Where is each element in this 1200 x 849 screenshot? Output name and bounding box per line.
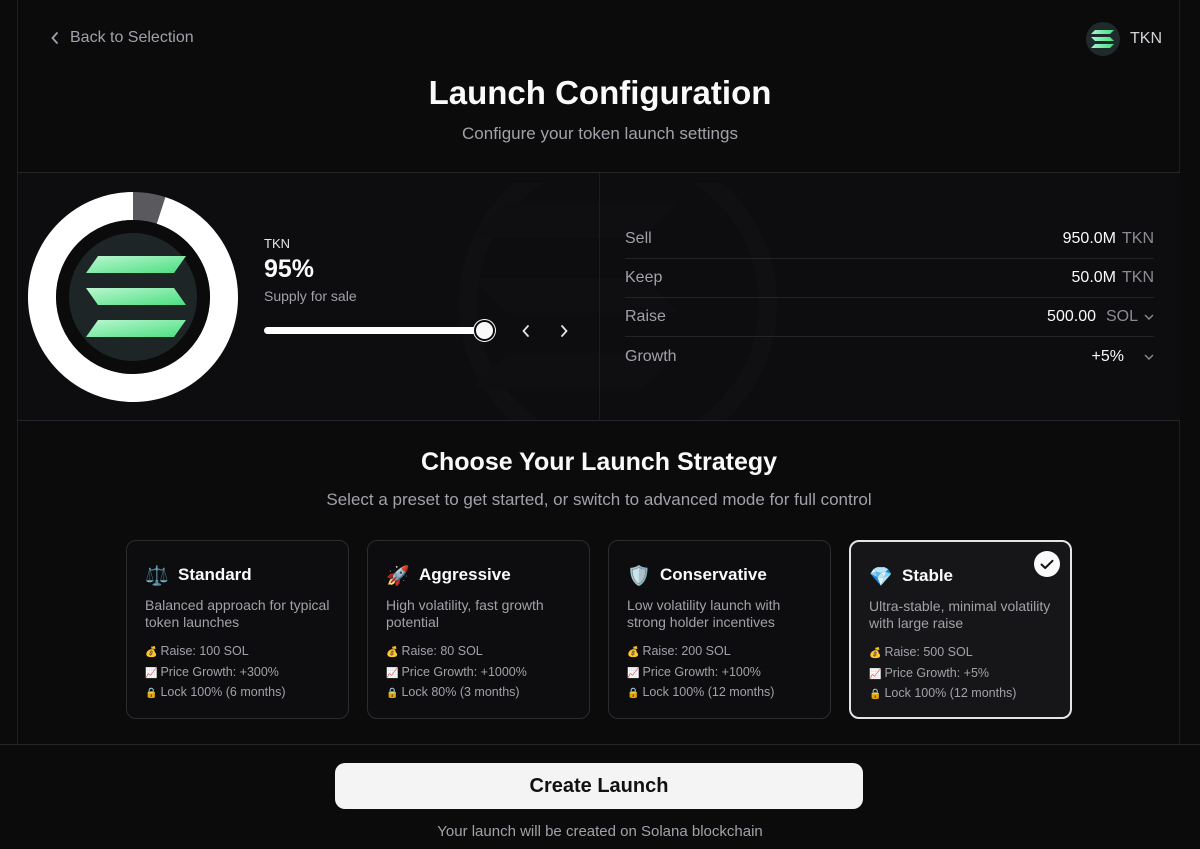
lock-icon: 🔒 [145,688,158,699]
lock-icon: 🔒 [386,688,399,699]
supply-percent: 95% [264,255,315,283]
card-raise: Raise: 100 SOL [160,644,249,658]
slider-handle[interactable] [474,320,496,341]
stat-unit: TKN [1122,269,1154,286]
decrease-button[interactable] [517,322,535,340]
diamond-icon: 💎 [869,565,893,588]
chevron-down-icon [1144,354,1154,360]
token-symbol: TKN [1130,30,1162,47]
strategy-title: Choose Your Launch Strategy [420,448,778,476]
stat-row-raise: Raise 500.00 SOL [625,298,1154,337]
card-growth: Price Growth: +100% [642,664,761,679]
card-description: Low volatility launch with strong holder… [627,597,781,630]
strategy-subtitle: Select a preset to get started, or switc… [326,490,872,509]
stat-row-sell: Sell 950.0M TKN [625,220,1154,259]
strategy-card-aggressive[interactable]: 🚀 Aggressive High volatility, fast growth… [367,540,590,719]
raise-dropdown[interactable]: 500.00 SOL [1047,308,1154,326]
shield-icon: 🛡️ [627,564,651,587]
footer-note: Your launch will be created on Solana bl… [437,823,763,840]
card-description: High volatility, fast growth potential [386,597,544,630]
card-title: Stable [902,566,954,585]
chevron-left-icon [522,325,529,337]
lock-icon: 🔒 [627,688,640,699]
solana-logo-icon [86,256,186,337]
increase-button[interactable] [555,322,573,340]
card-title: Conservative [660,565,767,584]
lock-icon: 🔒 [869,689,882,700]
card-lock: Lock 100% (12 months) [884,686,1017,700]
strategy-card-standard[interactable]: ⚖️ Standard Balanced approach for typical… [126,540,349,719]
card-title: Aggressive [419,565,511,584]
slider-fill [264,327,485,334]
supply-token: TKN [264,236,290,251]
stat-label: Raise [625,308,666,325]
card-title: Standard [178,565,252,584]
chevron-left-icon [51,32,58,44]
stat-label: Growth [625,347,677,365]
growth-dropdown[interactable]: +5% [1092,348,1154,366]
supply-donut-chart [28,192,238,402]
strategy-card-stable[interactable]: 💎 Stable Ultra-stable, minimal volatility… [849,540,1072,719]
money-bag-icon: 💰 [145,647,158,658]
page-subtitle: Configure your token launch settings [462,124,738,143]
back-label: Back to Selection [70,29,194,46]
rocket-icon: 🚀 [386,564,410,587]
card-lock: Lock 80% (3 months) [401,685,520,699]
stat-row-growth: Growth +5% [625,337,1154,376]
stat-unit: SOL [1105,308,1138,325]
card-raise: Raise: 80 SOL [401,644,483,658]
stat-value: 500.00 [1047,308,1096,325]
stat-label: Sell [625,230,652,247]
money-bag-icon: 💰 [627,647,640,658]
stat-row-keep: Keep 50.0M TKN [625,259,1154,298]
chart-up-icon: 📈 [869,668,882,680]
panel-divider [599,173,600,420]
chart-up-icon: 📈 [145,667,158,679]
stats-table: Sell 950.0M TKN Keep 50.0M TKN Raise 500.0… [625,220,1154,376]
card-raise: Raise: 500 SOL [884,645,973,659]
money-bag-icon: 💰 [869,648,882,659]
stat-value: 950.0M [1062,230,1116,247]
stat-value: 50.0M [1071,269,1116,286]
card-growth: Price Growth: +1000% [401,664,527,679]
card-growth: Price Growth: +5% [884,665,990,680]
card-growth: Price Growth: +300% [160,664,279,679]
money-bag-icon: 💰 [386,647,399,658]
chevron-down-icon [1144,314,1154,320]
card-raise: Raise: 200 SOL [642,644,731,658]
chart-up-icon: 📈 [627,667,640,679]
divider [17,420,1180,421]
supply-slider[interactable] [264,320,496,342]
chart-up-icon: 📈 [386,667,399,679]
card-lock: Lock 100% (12 months) [642,685,775,699]
card-lock: Lock 100% (6 months) [160,685,286,699]
solana-logo-icon [1086,22,1120,56]
scales-icon: ⚖️ [145,564,169,587]
stat-unit: TKN [1122,230,1154,247]
stat-value: +5% [1091,347,1124,365]
card-description: Balanced approach for typical token laun… [145,597,330,630]
create-launch-button[interactable]: Create Launch [335,763,863,809]
card-description: Ultra-stable, minimal volatility with la… [869,598,1051,631]
back-link[interactable]: Back to Selection [50,29,194,47]
page-title: Launch Configuration [428,74,772,111]
stat-label: Keep [625,269,663,286]
strategy-card-conservative[interactable]: 🛡️ Conservative Low volatility launch wit… [608,540,831,719]
token-chip: TKN [1086,22,1162,56]
checkmark-icon [1034,551,1060,577]
chevron-right-icon [561,325,568,337]
supply-caption: Supply for sale [264,288,357,304]
